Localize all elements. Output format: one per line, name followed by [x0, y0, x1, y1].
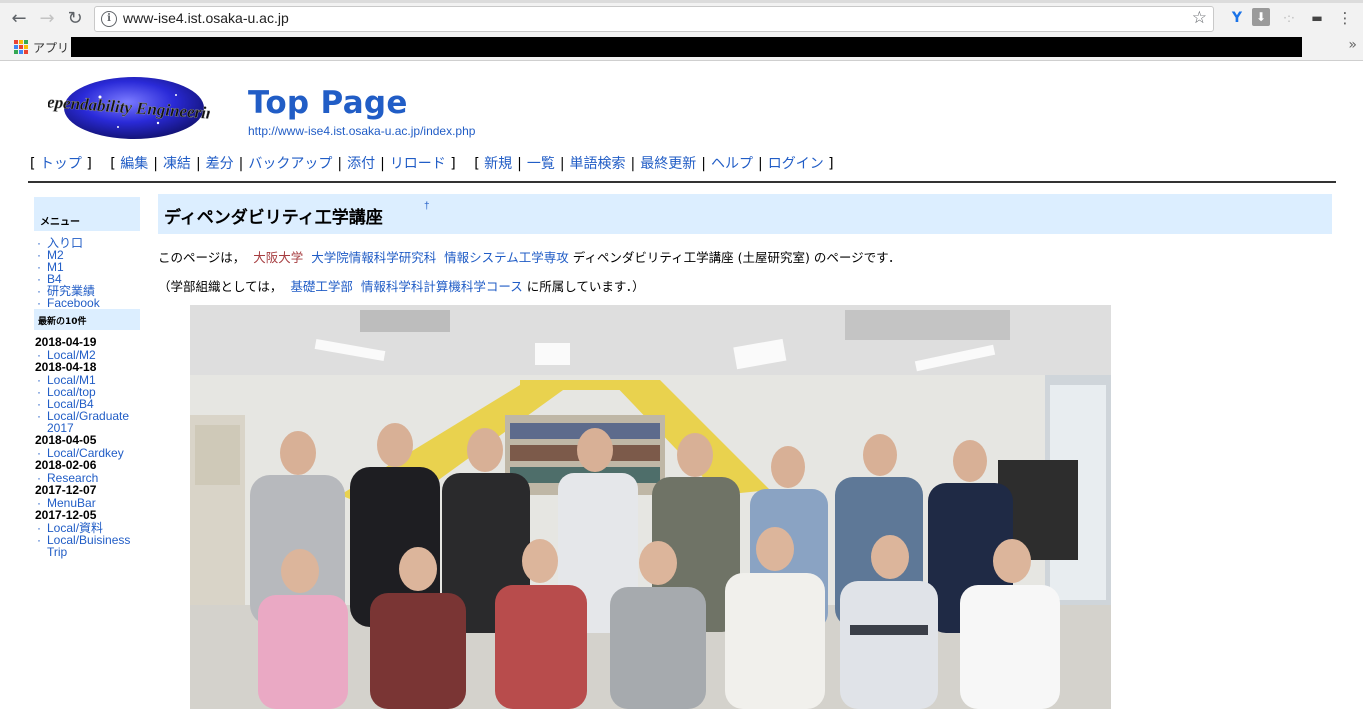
link-course[interactable]: 情報科学科計算機科学コース — [361, 279, 523, 294]
nav-group-top: [ トップ ] — [30, 156, 92, 172]
menu-title: メニュー — [34, 197, 140, 231]
affiliation-paragraph: （学部組織としては， 基礎工学部 情報科学科計算機科学コース に所属しています．… — [158, 276, 645, 295]
bookmark-star-icon[interactable]: ☆ — [1192, 8, 1207, 28]
link-osaka-university[interactable]: 大阪大学 — [253, 250, 303, 265]
bookmarks-bar: アプリ » — [0, 36, 1363, 60]
page-url[interactable]: http://www-ise4.ist.osaka-u.ac.jp/index.… — [248, 124, 475, 138]
tab-strip — [0, 0, 1363, 3]
more-bookmarks-icon[interactable]: » — [1348, 37, 1357, 53]
nav-link-help[interactable]: ヘルプ — [711, 156, 753, 172]
nav-link-diff[interactable]: 差分 — [206, 156, 234, 172]
content-heading-box: ディペンダビリティ工学講座 † — [158, 194, 1332, 234]
recent-link[interactable]: Local/Graduate 2017 — [47, 409, 129, 435]
info-icon[interactable]: i — [101, 11, 117, 27]
back-arrow-icon[interactable]: ← — [8, 8, 30, 30]
browser-toolbar: ← → ↻ i www-ise4.ist.osaka-u.ac.jp ☆ Y ⬇… — [0, 0, 1363, 61]
intro-suffix: ディペンダビリティ工学講座 (土屋研究室) のページです． — [572, 250, 901, 265]
nav-link-login[interactable]: ログイン — [768, 156, 824, 172]
nav-link-edit[interactable]: 編集 — [120, 156, 148, 172]
recent-title: 最新の10件 — [34, 309, 140, 330]
nav-group-page: [ 編集 | 凍結 | 差分 | バックアップ | 添付 | リロード ] — [110, 156, 456, 172]
link-faculty[interactable]: 基礎工学部 — [290, 279, 353, 294]
menubar: メニュー 入り口 M2 M1 B4 研究業績 Facebook 最新の10件 2… — [34, 197, 140, 558]
extension-dots-icon[interactable]: ·:· — [1280, 9, 1298, 27]
recent-item: Local/M2 — [34, 349, 140, 361]
site-logo[interactable]: Dependability Engineering — [48, 75, 210, 141]
recent-link[interactable]: Local/Buisiness Trip — [47, 533, 130, 559]
nav-link-search[interactable]: 単語検索 — [570, 156, 626, 172]
recent-item: Local/Graduate 2017 — [34, 410, 140, 434]
menu-item-facebook: Facebook — [34, 297, 140, 309]
apps-grid-icon[interactable] — [14, 40, 28, 54]
intro-paragraph: このページは， 大阪大学 大学院情報科学研究科 情報システム工学専攻 ディペンダ… — [158, 247, 901, 266]
link-department[interactable]: 情報システム工学専攻 — [444, 250, 569, 265]
nav-link-backup[interactable]: バックアップ — [248, 156, 332, 172]
nav-link-top[interactable]: トップ — [40, 156, 82, 172]
recent-item: Research — [34, 472, 140, 484]
reload-icon[interactable]: ↻ — [64, 8, 86, 30]
content-heading: ディペンダビリティ工学講座 — [164, 208, 383, 228]
intro-prefix: このページは， — [158, 250, 246, 265]
page-title: Top Page — [248, 85, 408, 121]
forward-arrow-icon[interactable]: → — [36, 8, 58, 30]
nav-link-attach[interactable]: 添付 — [347, 156, 375, 172]
recent-link[interactable]: Research — [47, 471, 98, 485]
group-photo — [190, 305, 1111, 709]
apps-bookmark-label[interactable]: アプリ — [33, 39, 69, 56]
extension-cast-icon[interactable]: ▬ — [1308, 9, 1326, 27]
menu-list: 入り口 M2 M1 B4 研究業績 Facebook — [34, 237, 140, 309]
affiliation-suffix: に所属しています．） — [526, 279, 645, 294]
recent-item: Local/Buisiness Trip — [34, 534, 140, 558]
nav-link-reload[interactable]: リロード — [390, 156, 446, 172]
header-divider — [28, 181, 1336, 183]
pukiwiki-navigator: [ トップ ] [ 編集 | 凍結 | 差分 | バックアップ | 添付 | リロード ] [ 新規… — [30, 153, 834, 173]
heading-anchor-link[interactable]: † — [424, 201, 430, 212]
nav-link-new[interactable]: 新規 — [484, 156, 512, 172]
redacted-bookmarks — [71, 37, 1302, 57]
address-bar-url[interactable]: www-ise4.ist.osaka-u.ac.jp — [123, 10, 289, 26]
web-page: Dependability Engineering Top Page http:… — [0, 61, 1363, 709]
nav-link-list[interactable]: 一覧 — [527, 156, 555, 172]
extension-y-icon[interactable]: Y — [1228, 9, 1246, 27]
recent-item: MenuBar — [34, 497, 140, 509]
recent-list: 2018-04-19 Local/M2 2018-04-18 Local/M1 … — [34, 336, 140, 559]
nav-link-freeze[interactable]: 凍結 — [163, 156, 191, 172]
address-bar[interactable]: i www-ise4.ist.osaka-u.ac.jp ☆ — [94, 6, 1214, 32]
nav-link-recent[interactable]: 最終更新 — [640, 156, 696, 172]
recent-item: Local/Cardkey — [34, 447, 140, 459]
affiliation-prefix: （学部組織としては， — [158, 279, 283, 294]
download-icon[interactable]: ⬇ — [1252, 8, 1270, 26]
recent-link[interactable]: Local/M2 — [47, 348, 96, 362]
nav-group-site: [ 新規 | 一覧 | 単語検索 | 最終更新 | ヘルプ | ログイン ] — [474, 156, 834, 172]
link-graduate-school[interactable]: 大学院情報科学研究科 — [311, 250, 436, 265]
menu-link-facebook[interactable]: Facebook — [47, 296, 100, 310]
recent-link[interactable]: MenuBar — [47, 496, 96, 510]
menu-kebab-icon[interactable]: ⋮ — [1336, 9, 1354, 27]
recent-link[interactable]: Local/Cardkey — [47, 446, 124, 460]
